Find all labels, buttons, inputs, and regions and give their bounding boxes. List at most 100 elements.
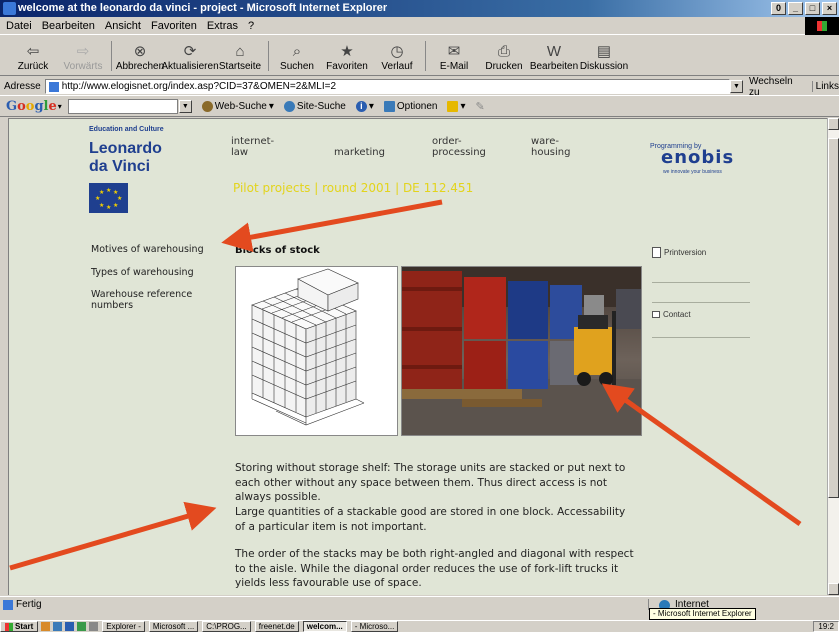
menu-help[interactable]: ? bbox=[248, 20, 254, 32]
taskbar-task-2[interactable]: C:\PROG... bbox=[202, 621, 251, 632]
toolbar-label: Drucken bbox=[485, 61, 523, 72]
web-search-button[interactable]: Web-Suche ▾ bbox=[201, 101, 274, 112]
menu-favoriten[interactable]: Favoriten bbox=[151, 20, 197, 32]
nav-internet-law[interactable]: internet- law bbox=[231, 136, 274, 158]
menu-ansicht[interactable]: Ansicht bbox=[105, 20, 141, 32]
menu-extras[interactable]: Extras bbox=[207, 20, 238, 32]
toolbar-button-vorw-rts[interactable]: ⇨ Vorwärts bbox=[58, 37, 108, 75]
toolbar-button-favoriten[interactable]: ★ Favoriten bbox=[322, 37, 372, 75]
right-divider-3 bbox=[652, 337, 750, 338]
quicklaunch-icon-3[interactable] bbox=[65, 622, 75, 631]
options-label: Optionen bbox=[396, 101, 438, 112]
address-input[interactable]: http://www.elogisnet.org/index.asp?CID=3… bbox=[44, 79, 731, 94]
toolbar-button-e-mail[interactable]: ✉ E-Mail bbox=[429, 37, 479, 75]
toolbar-button-zur-ck[interactable]: ⇦ Zurück bbox=[8, 37, 58, 75]
toolbar-label: Diskussion bbox=[579, 61, 629, 72]
printversion-label: Printversion bbox=[664, 248, 707, 257]
quicklaunch-icon-2[interactable] bbox=[53, 622, 63, 631]
go-button[interactable]: Wechseln zu bbox=[749, 76, 806, 98]
contact-link[interactable]: Contact bbox=[652, 310, 691, 319]
pilot-projects-banner: Pilot projects | round 2001 | DE 112.451 bbox=[233, 181, 474, 195]
links-button[interactable]: Links bbox=[811, 81, 839, 92]
folder-icon bbox=[447, 101, 459, 112]
options-button[interactable]: Optionen bbox=[383, 101, 438, 112]
toolbar-icon-7: ◷ bbox=[390, 43, 404, 60]
nav-order-processing[interactable]: order- processing bbox=[432, 136, 486, 158]
scroll-thumb[interactable] bbox=[828, 138, 839, 498]
side-link-reference-numbers[interactable]: Warehouse reference numbers bbox=[91, 289, 211, 311]
toolbar-separator bbox=[111, 41, 112, 71]
mail-icon bbox=[652, 311, 660, 318]
google-menu-chevron-icon[interactable]: ▾ bbox=[58, 102, 62, 111]
menu-datei[interactable]: Datei bbox=[6, 20, 32, 32]
nav-warehousing-l2: housing bbox=[531, 147, 571, 158]
options-icon bbox=[383, 101, 395, 112]
nav-marketing[interactable]: marketing bbox=[334, 136, 385, 158]
toolbar-button-verlauf[interactable]: ◷ Verlauf bbox=[372, 37, 422, 75]
paragraph-2: Large quantities of a stackable good are… bbox=[235, 506, 626, 533]
clock: 19:2 bbox=[818, 622, 834, 631]
nav-warehousing[interactable]: ware- housing bbox=[531, 136, 570, 158]
taskbar-task-3[interactable]: freenet.de bbox=[254, 621, 299, 632]
side-link-types[interactable]: Types of warehousing bbox=[91, 267, 211, 278]
task-buttons: Explorer - Microsoft ... C:\PROG... freenet… bbox=[98, 621, 399, 632]
leonardo-logo-text[interactable]: Leonardo da Vinci bbox=[89, 140, 199, 176]
scroll-down-icon[interactable] bbox=[828, 583, 839, 595]
toolbar-label: E-Mail bbox=[439, 61, 469, 72]
toolbar-icon-1: ⇨ bbox=[76, 43, 90, 60]
toolbar-separator bbox=[425, 41, 426, 71]
google-search-input[interactable] bbox=[67, 99, 178, 114]
toolbar-button-diskussion[interactable]: ▤ Diskussion bbox=[579, 37, 629, 75]
site-search-button[interactable]: Site-Suche bbox=[283, 101, 346, 112]
google-dropdown-icon[interactable]: ▼ bbox=[178, 100, 192, 113]
window-buttons: 0 _ □ × bbox=[771, 2, 837, 15]
printversion-link[interactable]: Printversion bbox=[652, 247, 706, 258]
toolbar-label: Favoriten bbox=[326, 61, 368, 72]
page-info-button[interactable]: i ▾ bbox=[355, 101, 374, 112]
nav-warehousing-l1: ware- bbox=[531, 136, 559, 147]
brand-line-1: Leonardo bbox=[89, 140, 162, 157]
right-divider-1 bbox=[652, 282, 750, 283]
taskbar-task-0[interactable]: Explorer - bbox=[102, 621, 145, 632]
menu-bearbeiten[interactable]: Bearbeiten bbox=[42, 20, 95, 32]
binoculars-icon bbox=[201, 101, 213, 112]
toolbar-button-drucken[interactable]: ⎙ Drucken bbox=[479, 37, 529, 75]
edu-culture-label: Education and Culture bbox=[89, 126, 164, 133]
toolbar-label: Suchen bbox=[280, 61, 314, 72]
toolbar-button-bearbeiten[interactable]: W Bearbeiten bbox=[529, 37, 579, 75]
quicklaunch-icon-5[interactable] bbox=[89, 622, 99, 631]
folder-button[interactable]: ▾ bbox=[447, 101, 465, 112]
side-link-motives[interactable]: Motives of warehousing bbox=[91, 244, 211, 255]
quicklaunch-icon-1[interactable] bbox=[41, 622, 51, 631]
toolbar-label: Vorwärts bbox=[63, 61, 103, 72]
info-icon: i bbox=[355, 101, 367, 112]
toolbar-label: Aktualisieren bbox=[161, 61, 219, 72]
toolbar-button-suchen[interactable]: ⌕ Suchen bbox=[272, 37, 322, 75]
toolbar-label: Abbrechen bbox=[115, 61, 165, 72]
taskbar-tooltip: - Microsoft Internet Explorer bbox=[649, 608, 756, 620]
scroll-up-icon[interactable] bbox=[828, 118, 839, 130]
toolbar-icon-5: ⌕ bbox=[292, 43, 302, 60]
maximize-button[interactable]: □ bbox=[805, 2, 820, 15]
taskbar-task-5[interactable]: - Microso... bbox=[350, 621, 399, 632]
vertical-scrollbar[interactable] bbox=[827, 118, 839, 595]
help-window-button[interactable]: 0 bbox=[771, 2, 786, 15]
pen-icon: ✎ bbox=[475, 101, 485, 113]
minimize-button[interactable]: _ bbox=[788, 2, 803, 15]
address-dropdown-icon[interactable]: ▼ bbox=[730, 80, 743, 93]
toolbar-button-aktualisieren[interactable]: ⟳ Aktualisieren bbox=[161, 37, 218, 75]
start-label: Start bbox=[15, 622, 34, 631]
quicklaunch-icon-4[interactable] bbox=[77, 622, 87, 631]
enobis-logo[interactable]: enobis bbox=[661, 147, 734, 168]
toolbar-label: Verlauf bbox=[381, 61, 413, 72]
taskbar-task-4[interactable]: welcom... bbox=[302, 621, 347, 632]
start-button[interactable]: Start bbox=[0, 621, 39, 632]
highlighter-button[interactable]: ✎ bbox=[475, 100, 484, 113]
toolbar-button-startseite[interactable]: ⌂ Startseite bbox=[215, 37, 265, 75]
close-button[interactable]: × bbox=[822, 2, 837, 15]
google-logo[interactable]: Google bbox=[6, 99, 57, 114]
taskbar-task-1[interactable]: Microsoft ... bbox=[148, 621, 199, 632]
toolbar-button-abbrechen[interactable]: ⊗ Abbrechen bbox=[115, 37, 165, 75]
stacked-boxes-drawing bbox=[251, 268, 365, 426]
nav-order-processing-l2: processing bbox=[432, 147, 486, 158]
